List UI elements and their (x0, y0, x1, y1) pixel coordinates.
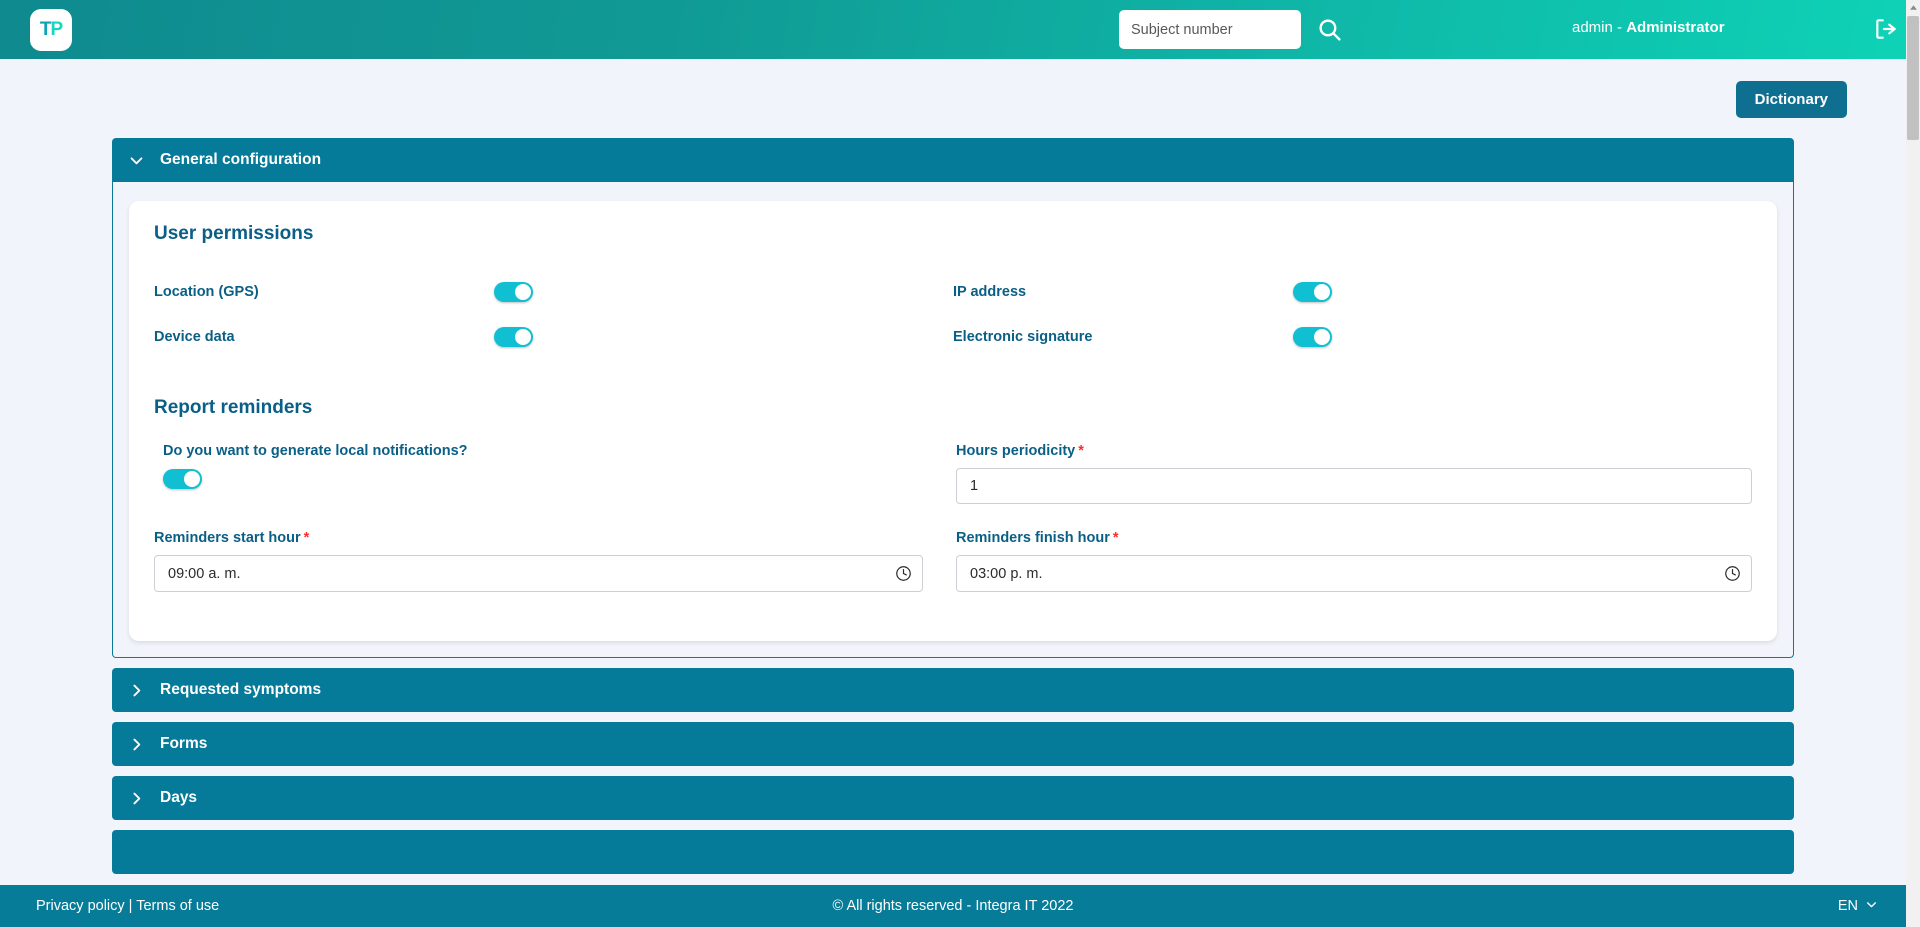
page-scrollbar[interactable] (1906, 0, 1920, 927)
report-reminders-title: Report reminders (154, 397, 1752, 419)
local-notifications-field: Do you want to generate local notificati… (154, 443, 953, 504)
hours-periodicity-field: Hours periodicity* (953, 443, 1752, 504)
logo-letter-t: T (40, 19, 51, 41)
toggle-knob (1314, 329, 1330, 345)
permission-toggle-location-gps[interactable] (494, 282, 533, 302)
scrollbar-thumb[interactable] (1907, 16, 1919, 140)
required-asterisk: * (304, 530, 310, 546)
accordion-header-requested-symptoms[interactable]: Requested symptoms (112, 668, 1794, 712)
toolbar: Dictionary (1736, 81, 1847, 118)
chevron-down-icon (128, 152, 145, 169)
dictionary-button[interactable]: Dictionary (1736, 81, 1847, 118)
reminders-start-hour-field: Reminders start hour* (154, 530, 953, 592)
toggle-knob (515, 284, 531, 300)
language-label: EN (1838, 898, 1858, 914)
toggle-knob (515, 329, 531, 345)
local-notifications-toggle[interactable] (163, 469, 202, 489)
app-header: TP admin - Administrator (0, 0, 1906, 59)
user-info: admin - Administrator (1572, 19, 1725, 36)
accordion-title-requested-symptoms: Requested symptoms (160, 681, 321, 699)
reminders-start-hour-input[interactable] (154, 555, 923, 592)
reminders-finish-hour-label-text: Reminders finish hour (956, 530, 1110, 546)
logout-icon (1873, 30, 1899, 45)
accordion-header-days[interactable]: Days (112, 776, 1794, 820)
general-configuration-card: User permissions Location (GPS) Device d… (129, 201, 1777, 641)
page-body: Dictionary General configuration User pe… (0, 59, 1906, 897)
search-icon (1317, 30, 1342, 45)
accordion-title-forms: Forms (160, 735, 207, 753)
configuration-accordion: General configuration User permissions L… (112, 138, 1794, 874)
user-name: admin (1572, 19, 1613, 36)
reminders-start-hour-label-text: Reminders start hour (154, 530, 301, 546)
search-button[interactable] (1317, 17, 1342, 42)
accordion-header-next-partial[interactable] (112, 830, 1794, 874)
permission-label-ip-address: IP address (953, 284, 1293, 300)
report-reminders-row-1: Do you want to generate local notificati… (154, 443, 1752, 504)
hours-periodicity-label: Hours periodicity* (956, 443, 1752, 459)
required-asterisk: * (1113, 530, 1119, 546)
logo-letter-p: P (50, 19, 62, 41)
hours-periodicity-label-text: Hours periodicity (956, 443, 1075, 459)
app-footer: Privacy policy | Terms of use © All righ… (0, 885, 1906, 927)
local-notifications-label: Do you want to generate local notificati… (163, 443, 923, 459)
chevron-down-icon (1865, 898, 1878, 915)
accordion-header-general-configuration[interactable]: General configuration (112, 138, 1794, 182)
permission-label-electronic-signature: Electronic signature (953, 329, 1293, 345)
permission-toggle-electronic-signature[interactable] (1293, 327, 1332, 347)
chevron-right-icon (128, 790, 145, 807)
user-role: Administrator (1626, 19, 1724, 36)
clock-icon[interactable] (1724, 565, 1741, 582)
hours-periodicity-input[interactable] (956, 468, 1752, 504)
user-separator: - (1613, 19, 1626, 36)
language-selector[interactable]: EN (1838, 898, 1878, 915)
reminders-finish-hour-wrapper (956, 555, 1752, 592)
permission-label-device-data: Device data (154, 329, 494, 345)
permission-row-ip-address: IP address (953, 269, 1752, 314)
permission-label-location-gps: Location (GPS) (154, 284, 494, 300)
reminders-finish-hour-field: Reminders finish hour* (953, 530, 1752, 592)
report-reminders-row-2: Reminders start hour* (154, 530, 1752, 592)
toggle-knob (1314, 284, 1330, 300)
chevron-right-icon (128, 736, 145, 753)
accordion-body-general-configuration: User permissions Location (GPS) Device d… (112, 182, 1794, 658)
user-permissions-title: User permissions (154, 223, 1752, 245)
required-asterisk: * (1078, 443, 1084, 459)
accordion-title-days: Days (160, 789, 197, 807)
user-permissions-grid: Location (GPS) Device data (154, 269, 1752, 359)
permission-toggle-device-data[interactable] (494, 327, 533, 347)
user-permissions-column-left: Location (GPS) Device data (154, 269, 953, 359)
permission-row-location-gps: Location (GPS) (154, 269, 953, 314)
permission-row-device-data: Device data (154, 314, 953, 359)
accordion-header-forms[interactable]: Forms (112, 722, 1794, 766)
reminders-finish-hour-label: Reminders finish hour* (956, 530, 1752, 546)
header-search (1119, 10, 1342, 49)
form-spacer (154, 504, 1752, 530)
reminders-finish-hour-input[interactable] (956, 555, 1752, 592)
search-input[interactable] (1119, 10, 1301, 49)
user-permissions-column-right: IP address Electronic signature (953, 269, 1752, 359)
accordion-title-general-configuration: General configuration (160, 151, 321, 169)
logout-button[interactable] (1873, 16, 1899, 42)
reminders-start-hour-wrapper (154, 555, 923, 592)
chevron-right-icon (128, 682, 145, 699)
clock-icon[interactable] (895, 565, 912, 582)
scrollbar-arrow-up-icon[interactable] (1906, 0, 1920, 15)
permission-row-electronic-signature: Electronic signature (953, 314, 1752, 359)
reminders-start-hour-label: Reminders start hour* (154, 530, 923, 546)
footer-copyright: © All rights reserved - Integra IT 2022 (0, 898, 1906, 914)
toggle-knob (184, 471, 200, 487)
permission-toggle-ip-address[interactable] (1293, 282, 1332, 302)
app-logo[interactable]: TP (30, 9, 72, 51)
